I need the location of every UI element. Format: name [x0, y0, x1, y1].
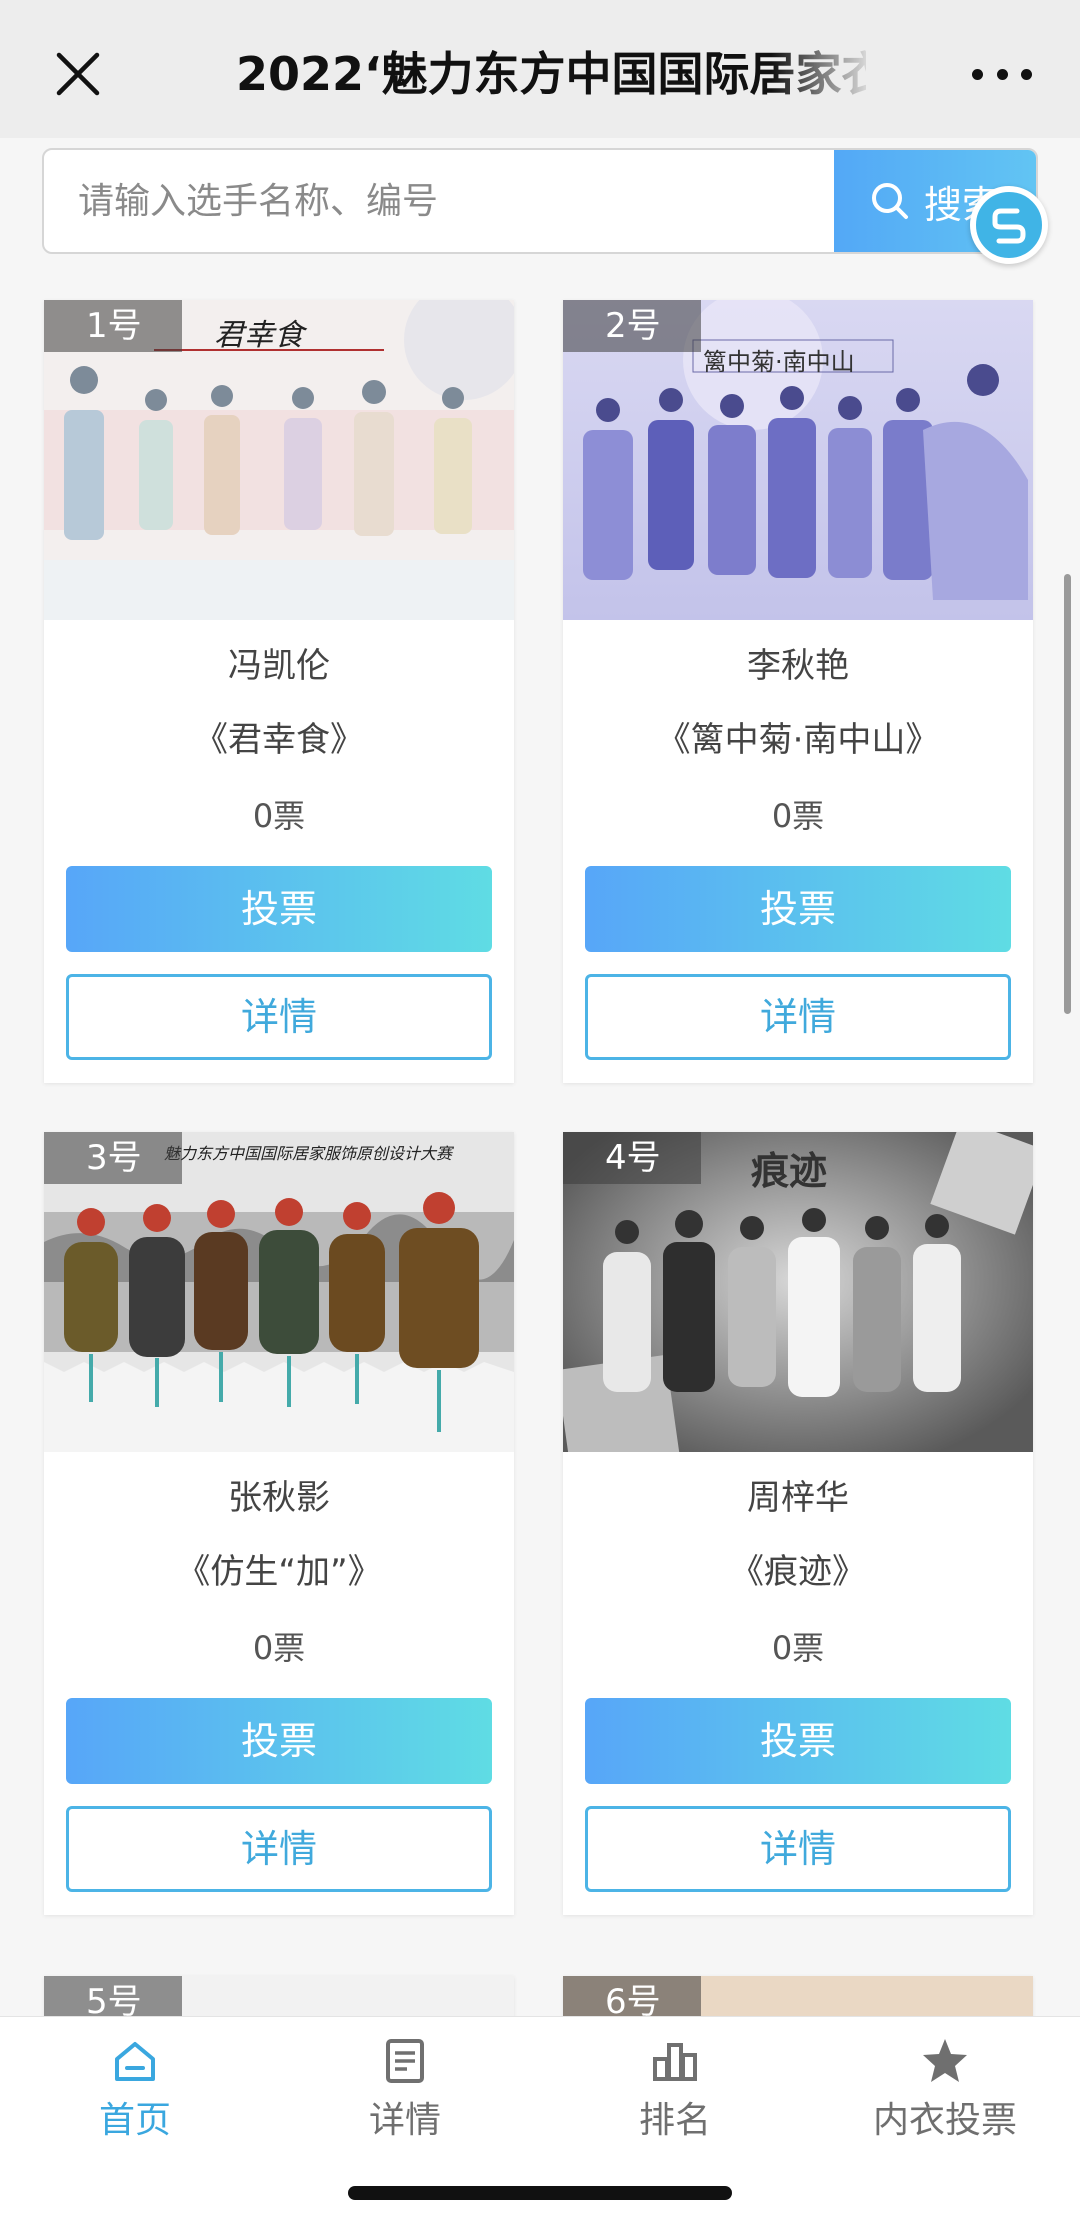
detail-button[interactable]: 详情 [585, 974, 1011, 1060]
poster-heading: 痕迹 [751, 1149, 828, 1193]
brand-logo-icon [992, 208, 1026, 244]
search-bar: 搜索 [42, 148, 1038, 254]
tab-ranking[interactable]: 排名 [540, 2035, 810, 2165]
document-icon [386, 2039, 424, 2083]
ranking-icon [653, 2043, 697, 2081]
entry-number-badge: 4号 [563, 1132, 701, 1184]
entry-contestant-name: 李秋艳 [747, 646, 849, 686]
poster-heading: 魅力东方中国国际居家服饰原创设计大赛 [164, 1144, 453, 1163]
entry-contestant-name: 冯凯伦 [228, 646, 330, 686]
home-icon [115, 2042, 155, 2081]
entry-work-title: 《君幸食》 [194, 720, 364, 760]
vote-button[interactable]: 投票 [585, 1698, 1011, 1784]
entry-number-badge: 1号 [44, 300, 182, 352]
entry-contestant-name: 周梓华 [747, 1478, 849, 1518]
entry-number-badge: 2号 [563, 300, 701, 352]
entry-vote-count: 0票 [771, 797, 825, 835]
nav-bar: 2022‘魅力东方中国国际居家衣 [0, 0, 1080, 138]
search-input[interactable] [44, 150, 834, 252]
vote-button[interactable]: 投票 [585, 866, 1011, 952]
entry-vote-count: 0票 [771, 1629, 825, 1667]
tab-label: 详情 [368, 2100, 441, 2141]
more-button[interactable] [972, 52, 1032, 96]
search-icon [872, 183, 908, 219]
floating-share-button[interactable] [970, 186, 1048, 264]
tab-details[interactable]: 详情 [270, 2035, 540, 2165]
poster-heading: 篱中菊·南中山 [703, 348, 855, 376]
entry-work-title: 《篱中菊·南中山》 [656, 720, 940, 760]
tab-label: 排名 [638, 2100, 711, 2141]
scrollbar[interactable] [1064, 574, 1071, 1014]
entry-card-4: 痕迹 4号 周梓华 《痕迹》 0票 投票 详情 [563, 1132, 1033, 1915]
close-button[interactable] [50, 46, 106, 102]
page-title: 2022‘魅力东方中国国际居家衣 [236, 47, 866, 101]
poster-heading: 君幸食 [214, 318, 304, 353]
entry-contestant-name: 张秋影 [228, 1478, 330, 1518]
tab-home[interactable]: 首页 [0, 2035, 270, 2165]
entry-card-2: 篱中菊·南中山 2号 李秋艳 《篱中菊·南中山》 0票 投票 详情 [563, 300, 1033, 1083]
tab-label: 首页 [98, 2100, 171, 2141]
entry-work-title: 《痕迹》 [730, 1552, 866, 1592]
detail-button[interactable]: 详情 [66, 974, 492, 1060]
home-indicator[interactable] [348, 2186, 732, 2200]
star-icon [923, 2039, 967, 2082]
tab-label: 内衣投票 [872, 2100, 1017, 2141]
entry-work-title: 《仿生“加”》 [176, 1552, 382, 1592]
entry-card-1: 君幸食 1号 冯凯伦 《君幸食》 0票 投票 详情 [44, 300, 514, 1083]
detail-button[interactable]: 详情 [585, 1806, 1011, 1892]
close-icon [56, 52, 100, 96]
entry-vote-count: 0票 [252, 1629, 306, 1667]
entry-number-badge: 3号 [44, 1132, 182, 1184]
tab-underwear-vote[interactable]: 内衣投票 [810, 2035, 1080, 2165]
more-dots-icon [972, 68, 1032, 80]
vote-button[interactable]: 投票 [66, 1698, 492, 1784]
detail-button[interactable]: 详情 [66, 1806, 492, 1892]
entry-card-3: 魅力东方中国国际居家服饰原创设计大赛 3号 张秋影 《仿生“加”》 0票 投票 … [44, 1132, 514, 1915]
entry-vote-count: 0票 [252, 797, 306, 835]
vote-button[interactable]: 投票 [66, 866, 492, 952]
